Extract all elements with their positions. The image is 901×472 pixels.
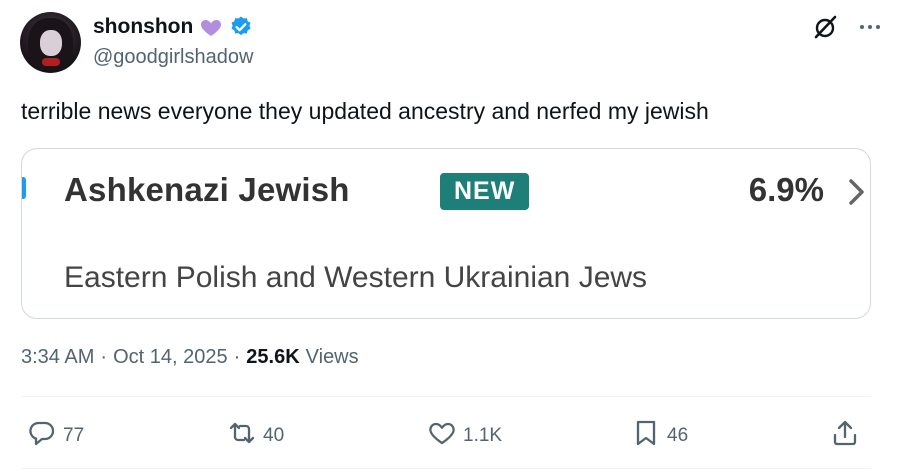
tweet-text: terrible news everyone they updated ance… [21, 98, 709, 124]
new-badge: NEW [440, 173, 530, 210]
card-accent-bar [22, 177, 26, 199]
verified-badge-icon[interactable] [229, 15, 253, 39]
bookmark-button[interactable]: 46 [631, 418, 688, 454]
avatar-face [40, 30, 62, 56]
bookmark-count: 46 [667, 425, 689, 446]
purple-heart-icon [199, 15, 223, 39]
chevron-right-icon[interactable] [846, 177, 868, 207]
repost-icon [227, 418, 257, 454]
display-name[interactable]: shonshon [93, 15, 193, 39]
tweet-time[interactable]: 3:34 AM [21, 346, 94, 369]
action-bar: 77 40 1.1K 46 [21, 414, 871, 454]
reply-icon [27, 418, 57, 454]
ancestry-card[interactable]: Ashkenazi Jewish NEW 6.9% Eastern Polish… [21, 148, 871, 319]
author-name-row: shonshon [93, 14, 253, 40]
like-button[interactable]: 1.1K [427, 418, 502, 454]
avatar[interactable] [20, 12, 81, 73]
grok-icon[interactable] [813, 14, 839, 40]
divider-bottom [21, 468, 871, 469]
tweet-meta: 3:34 AM · Oct 14, 2025 · 25.6K Views [21, 346, 359, 369]
share-button[interactable] [830, 418, 860, 454]
repost-count: 40 [263, 425, 285, 446]
ethnicity-label: Ashkenazi Jewish [64, 171, 350, 208]
meta-separator: · [100, 346, 108, 368]
reply-button[interactable]: 77 [27, 418, 84, 454]
meta-separator: · [233, 346, 241, 368]
like-count: 1.1K [463, 425, 503, 446]
divider-top [21, 396, 871, 397]
tweet-date[interactable]: Oct 14, 2025 [113, 346, 228, 369]
repost-button[interactable]: 40 [227, 418, 284, 454]
share-icon [830, 418, 860, 454]
ethnicity-percent: 6.9% [748, 171, 824, 208]
heart-icon [427, 418, 457, 454]
top-actions [813, 14, 883, 40]
avatar-accent [42, 58, 60, 66]
more-options-icon[interactable] [857, 14, 883, 40]
author-handle[interactable]: @goodgirlshadow [93, 46, 253, 69]
views-count: 25.6K [246, 346, 300, 368]
reply-count: 77 [63, 425, 85, 446]
views-label: Views [305, 346, 359, 368]
region-label: Eastern Polish and Western Ukrainian Jew… [64, 261, 648, 294]
bookmark-icon [631, 418, 661, 454]
